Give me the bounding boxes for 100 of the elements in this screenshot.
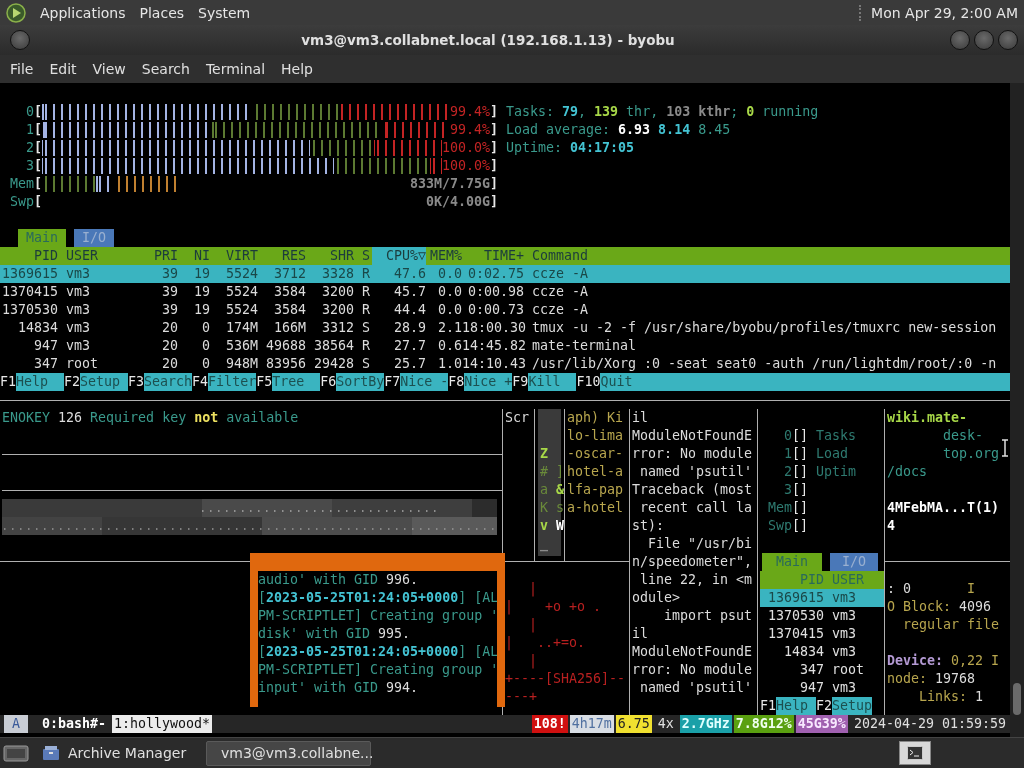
desktop-icon[interactable] xyxy=(3,743,29,763)
process-row[interactable]: 1370530 vm3 xyxy=(760,607,884,625)
table-cell-text: 1.0 xyxy=(436,355,462,373)
process-row[interactable]: 1369615 vm3 xyxy=(760,589,884,607)
process-row[interactable]: 14834 vm3 xyxy=(760,643,884,661)
column-header[interactable]: USER xyxy=(824,571,884,589)
minimize-button[interactable] xyxy=(950,30,970,50)
table-cell-text: 39 xyxy=(161,301,178,319)
scrollbar-thumb[interactable] xyxy=(1013,683,1021,715)
function-key-button[interactable]: Kill xyxy=(528,373,577,391)
table-cell-text: 38564 xyxy=(312,337,354,355)
column-header[interactable]: RES xyxy=(258,247,306,265)
taskbar-button[interactable]: Archive Manager xyxy=(35,740,200,766)
table-cell-text: 0:02.75 xyxy=(466,265,524,283)
function-key-button[interactable]: Setup xyxy=(80,373,129,391)
terminal-line: disk' with GID 995. xyxy=(258,625,411,643)
function-key-button[interactable]: Quit xyxy=(600,373,1010,391)
meter: 3[] xyxy=(783,481,809,499)
window-menu-button[interactable] xyxy=(10,30,30,50)
menu-item[interactable]: Help xyxy=(273,61,321,77)
tab[interactable]: Main xyxy=(762,553,823,571)
window-tab[interactable]: 1:hollywood* xyxy=(112,715,213,733)
function-key-button[interactable]: Help xyxy=(16,373,64,391)
process-row[interactable]: 1370415 vm3 xyxy=(760,625,884,643)
column-header[interactable]: S xyxy=(354,247,372,265)
process-row[interactable]: 347 root xyxy=(760,661,884,679)
process-row[interactable]: 947 vm3 20 0 536M 49688 38564 R 27.7 0.614:45.82 mate-terminal xyxy=(0,337,1010,355)
table-cell-text: 0 xyxy=(201,319,210,337)
table-cell-text: vm3 xyxy=(65,265,92,283)
menu-item[interactable]: Terminal xyxy=(197,61,274,77)
scrollbar-track[interactable] xyxy=(1010,83,1024,737)
window-title: vm3@vm3.collabnet.local (192.168.1.13) - byobu xyxy=(300,32,676,48)
function-key: F1 xyxy=(760,697,776,715)
status-indicator: 108! xyxy=(531,715,568,733)
terminal-line: | xyxy=(528,652,538,670)
process-row[interactable]: 347 root 20 0 948M 83956 29428 S 25.7 1.014:10.43 /usr/lib/Xorg :0 -seat seat0 -auth /run/lightdm/root/:0 -n xyxy=(0,355,1010,373)
column-header[interactable]: CPU%▽ xyxy=(372,247,426,265)
session-label[interactable]: A xyxy=(4,715,28,733)
maximize-button[interactable] xyxy=(974,30,994,50)
column-header[interactable]: PRI xyxy=(130,247,178,265)
table-cell-text: 2.1 xyxy=(436,319,462,337)
column-header[interactable]: SHR xyxy=(306,247,354,265)
column-header[interactable]: PID xyxy=(0,247,58,265)
menu-item[interactable]: Edit xyxy=(41,61,85,77)
column-header[interactable]: Command xyxy=(524,247,1010,265)
terminal-line: -oscar- xyxy=(567,445,624,463)
column-header[interactable]: TIME+ xyxy=(462,247,524,265)
function-key-button[interactable]: Setup xyxy=(832,697,873,715)
panel-menu[interactable]: Applications xyxy=(40,4,126,21)
terminal-line: # ] xyxy=(540,463,564,481)
column-header[interactable]: MEM% xyxy=(426,247,462,265)
process-row[interactable]: 1369615 vm3 39 19 5524 3712 3328 R 47.6 0.0 0:02.75 ccze -A xyxy=(0,265,1010,283)
window-tab[interactable]: 0:bash#- xyxy=(40,715,109,733)
process-row[interactable]: 1370415 vm3 39 19 5524 3584 3200 R 45.7 0.0 0:00.98 ccze -A xyxy=(0,283,1010,301)
terminal-line: il xyxy=(632,409,648,427)
table-cell-text: R xyxy=(361,265,371,283)
process-row[interactable]: 1370530 vm3 39 19 5524 3584 3200 R 44.4 0.0 0:00.73 ccze -A xyxy=(0,301,1010,319)
terminal-line: st): xyxy=(632,517,665,535)
table-cell-text: vm3 xyxy=(831,625,858,643)
column-header[interactable]: PID xyxy=(760,571,824,589)
function-key: F6 xyxy=(320,373,337,391)
table-cell-text: 0:00.73 xyxy=(466,301,524,319)
panel-menu[interactable]: System xyxy=(198,4,251,21)
table-cell-text: 83956 xyxy=(264,355,306,373)
terminal-line: v W xyxy=(540,517,564,535)
meter: 0[] Tasks xyxy=(783,427,858,445)
tab[interactable]: Main xyxy=(18,229,67,247)
terminal-line: : 0 I xyxy=(887,580,976,598)
terminal-line: ModuleNotFoundE xyxy=(632,427,753,445)
column-header[interactable]: NI xyxy=(178,247,210,265)
function-key-button[interactable]: SortBy xyxy=(336,373,385,391)
terminal-line: lfa-pap xyxy=(567,481,624,499)
terminal-line: Scr xyxy=(505,409,530,427)
function-key: F2 xyxy=(64,373,81,391)
terminal-line: 4MFebMA...T(1) xyxy=(887,499,1000,517)
clock[interactable]: Mon Apr 29, 2:00 AM xyxy=(859,4,1018,21)
menu-item[interactable]: Search xyxy=(133,61,198,77)
menu-item[interactable]: File xyxy=(2,61,42,77)
table-cell-text: 536M xyxy=(224,337,258,355)
function-key-button[interactable]: Nice - xyxy=(400,373,449,391)
close-button[interactable] xyxy=(998,30,1018,50)
table-cell-text: R xyxy=(361,301,371,319)
column-header[interactable]: USER xyxy=(58,247,130,265)
table-cell: 14:10.43 xyxy=(462,355,524,373)
play-logo-icon[interactable] xyxy=(6,2,26,23)
terminal-line: Z xyxy=(540,445,548,463)
table-cell-text: 347 xyxy=(32,355,58,373)
process-row[interactable]: 947 vm3 xyxy=(760,679,884,697)
menu-item[interactable]: View xyxy=(84,61,134,77)
function-key-button[interactable]: Filter xyxy=(208,373,257,391)
function-key-button[interactable]: Tree xyxy=(272,373,321,391)
terminal-line: [2023-05-25T01:24:05+0000] [AL xyxy=(258,643,497,661)
taskbar-button[interactable]: vm3@vm3.collabne... xyxy=(206,740,371,766)
workspace-switcher[interactable] xyxy=(899,741,931,765)
function-key-button[interactable]: Nice + xyxy=(464,373,513,391)
function-key-button[interactable]: Help xyxy=(776,697,816,715)
column-header[interactable]: VIRT xyxy=(210,247,258,265)
function-key-button[interactable]: Search xyxy=(144,373,193,391)
panel-menu[interactable]: Places xyxy=(139,4,185,21)
process-row[interactable]: 14834 vm3 20 0 174M 166M 3312 S 28.9 2.118:00.30 tmux -u -2 -f /usr/share/byobu/profiles/tmuxrc new-session xyxy=(0,319,1010,337)
